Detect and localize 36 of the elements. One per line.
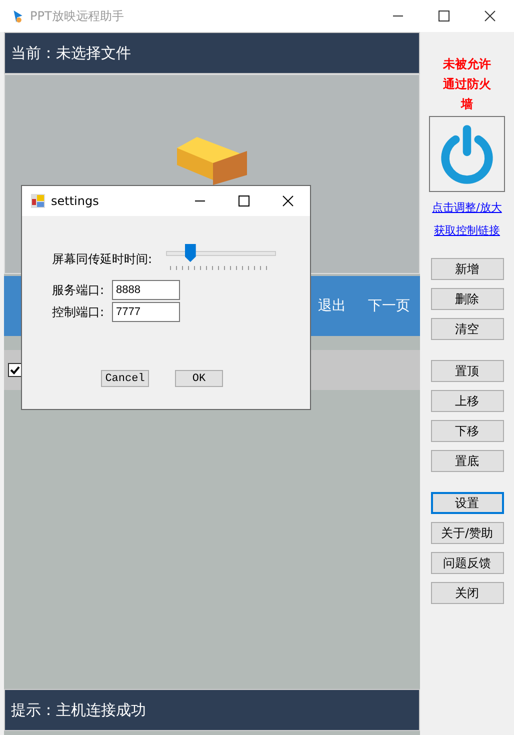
side-button[interactable]: 问题反馈 <box>430 552 504 574</box>
maximize-icon[interactable] <box>238 195 250 207</box>
settings-icon <box>31 194 45 208</box>
side-button[interactable]: 删除 <box>430 288 504 310</box>
input-field[interactable]: 7777 <box>112 302 180 322</box>
folder-icon <box>177 137 247 185</box>
power-button[interactable] <box>429 116 505 192</box>
maximize-icon[interactable] <box>438 10 450 22</box>
window-title: PPT放映远程助手 <box>30 8 124 24</box>
file-checkbox[interactable] <box>8 363 22 377</box>
control-button[interactable]: 退出 <box>318 297 346 315</box>
dialog-title: settings <box>51 194 99 208</box>
side-button[interactable]: 下移 <box>430 420 504 442</box>
side-button[interactable]: 置底 <box>430 450 504 472</box>
side-button[interactable]: 设置 <box>430 492 504 514</box>
field-label: 控制端口: <box>52 304 106 320</box>
side-button[interactable]: 清空 <box>430 318 504 340</box>
input-field[interactable]: 8888 <box>112 280 180 300</box>
side-button[interactable]: 置顶 <box>430 360 504 382</box>
control-button[interactable]: 下一页 <box>368 297 410 315</box>
delay-label: 屏幕同传延时时间: <box>52 250 152 268</box>
dialog-button[interactable]: Cancel <box>101 370 149 387</box>
side-button[interactable]: 新增 <box>430 258 504 280</box>
field-label: 服务端口: <box>52 282 106 298</box>
status-message: 提示：主机连接成功 <box>4 689 420 731</box>
dialog-button[interactable]: OK <box>175 370 223 387</box>
side-button[interactable]: 关于/赞助 <box>430 522 504 544</box>
firewall-warning: 未被允许通过防火墙 <box>442 56 492 113</box>
app-icon <box>12 8 24 24</box>
link[interactable]: 获取控制链接 <box>434 223 500 238</box>
side-button[interactable]: 上移 <box>430 390 504 412</box>
close-icon[interactable] <box>282 195 294 207</box>
close-icon[interactable] <box>484 10 496 22</box>
side-button[interactable]: 关闭 <box>430 582 504 604</box>
current-file-label: 当前：未选择文件 <box>4 32 420 74</box>
link[interactable]: 点击调整/放大 <box>432 200 502 215</box>
